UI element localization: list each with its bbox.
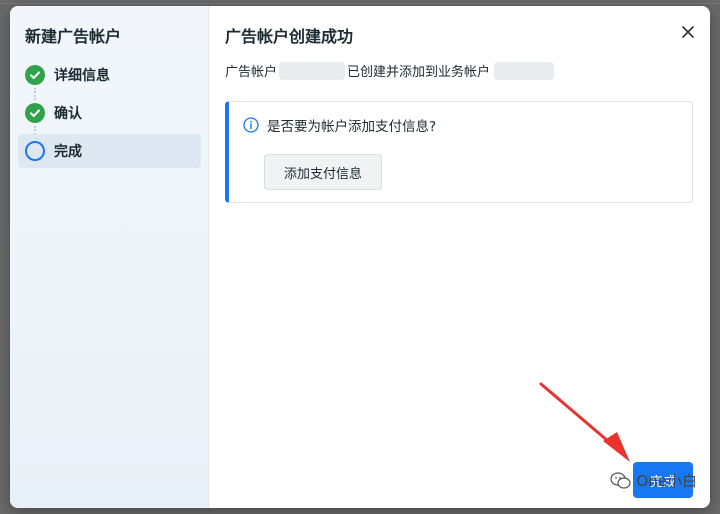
empty-circle-icon: [25, 141, 45, 161]
add-payment-button[interactable]: 添加支付信息: [264, 154, 382, 190]
message-prefix: 广告帐户: [225, 65, 278, 80]
step-confirm[interactable]: 确认: [18, 96, 201, 130]
create-ad-account-dialog: 新建广告帐户 详细信息 确认 完成 广告帐户创建成功 广告帐户 已创建并添加到业…: [10, 6, 710, 508]
step-label: 完成: [54, 144, 82, 160]
watermark: One小白: [610, 470, 697, 491]
page-title: 广告帐户创建成功: [225, 27, 354, 46]
payment-question: 是否要为帐户添加支付信息?: [267, 119, 437, 135]
backdrop-divider: [0, 3, 720, 4]
redacted-account-id: [279, 61, 346, 80]
info-row: 是否要为帐户添加支付信息?: [243, 115, 436, 135]
payment-info-card: 是否要为帐户添加支付信息? 添加支付信息: [225, 101, 693, 203]
close-icon: [682, 26, 694, 38]
step-details[interactable]: 详细信息: [18, 58, 201, 92]
success-message: 广告帐户 已创建并添加到业务帐户: [225, 61, 555, 80]
step-complete[interactable]: 完成: [18, 134, 201, 168]
step-label: 确认: [54, 106, 82, 122]
wechat-icon: [610, 471, 632, 489]
info-icon: [243, 117, 259, 133]
redacted-business-id: [494, 61, 555, 80]
watermark-text: One小白: [636, 472, 697, 490]
sidebar-title: 新建广告帐户: [25, 27, 122, 46]
dialog-main: 广告帐户创建成功 广告帐户 已创建并添加到业务帐户 是否要为帐户添加支付信息? …: [209, 6, 710, 508]
step-label: 详细信息: [54, 68, 110, 84]
close-button[interactable]: [678, 22, 698, 42]
check-circle-icon: [25, 65, 45, 85]
wizard-sidebar: 新建广告帐户 详细信息 确认 完成: [10, 6, 209, 508]
message-suffix: 已创建并添加到业务帐户: [347, 65, 491, 80]
check-circle-icon: [25, 103, 45, 123]
